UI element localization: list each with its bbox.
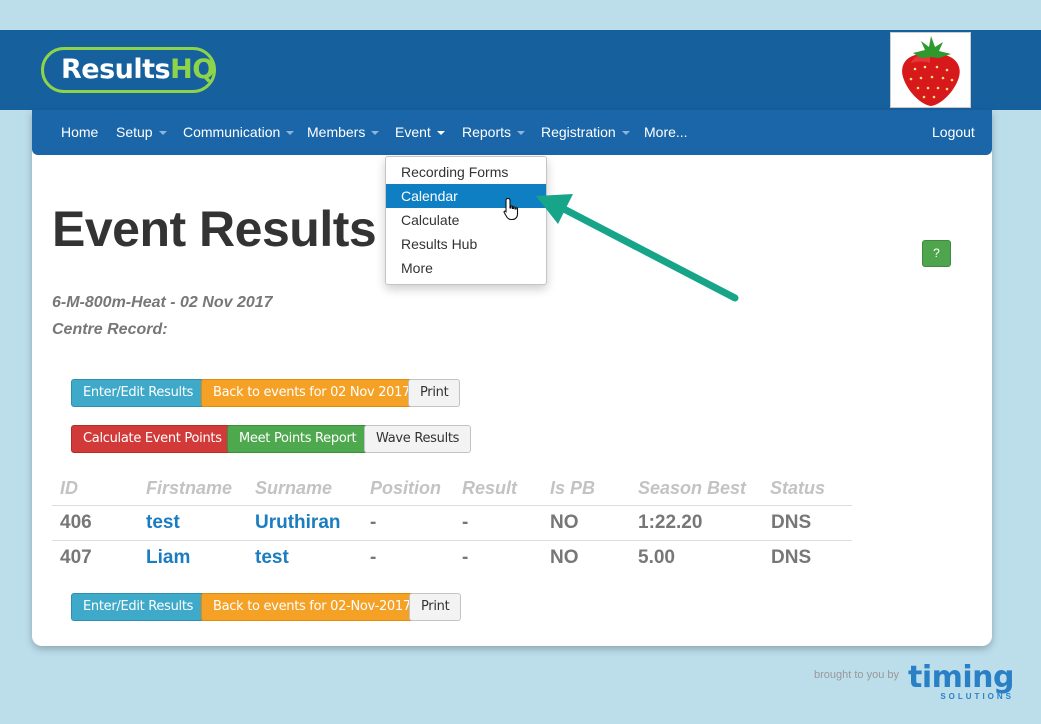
logout-link[interactable]: Logout	[932, 110, 975, 155]
logo-text-main: Results	[61, 54, 171, 85]
nav-home-label: Home	[61, 124, 99, 140]
nav-members[interactable]: Members	[307, 110, 380, 155]
help-button[interactable]: ?	[922, 240, 951, 267]
main-navbar: Home Setup Communication Members Event R…	[32, 110, 992, 155]
centre-record-label: Centre Record:	[52, 321, 168, 338]
menu-item-results-hub[interactable]: Results Hub	[386, 232, 546, 256]
cell-position: -	[370, 547, 377, 568]
timing-brand-text: timing	[908, 660, 1015, 695]
cell-id: 407	[60, 547, 92, 568]
strawberry-icon	[890, 32, 971, 108]
column-header-position: Position	[370, 478, 441, 498]
column-header-is-pb: Is PB	[550, 478, 596, 498]
annotation-arrow-icon	[536, 194, 739, 302]
cell-is-pb: NO	[550, 512, 579, 533]
chevron-down-icon	[158, 131, 167, 136]
nav-more[interactable]: More...	[644, 110, 688, 155]
hand-cursor-icon	[503, 197, 519, 221]
chevron-down-icon	[436, 131, 445, 136]
cell-season-best: 1:22.20	[638, 512, 703, 533]
resultshq-logo[interactable]: ResultsHQ	[41, 47, 216, 93]
print-button[interactable]: Print	[408, 379, 461, 407]
table-row: 407 Liam test - - NO 5.00 DNS	[52, 540, 852, 575]
column-header-status: Status	[770, 478, 826, 498]
cell-surname-link[interactable]: Uruthiran	[255, 512, 341, 534]
print-button-bottom[interactable]: Print	[409, 593, 462, 621]
chevron-down-icon	[371, 131, 380, 136]
nav-communication[interactable]: Communication	[183, 110, 295, 155]
enter-edit-results-button-bottom[interactable]: Enter/Edit Results	[71, 593, 206, 621]
footer-brought-by: brought to you by	[814, 669, 900, 681]
enter-edit-results-button[interactable]: Enter/Edit Results	[71, 379, 206, 407]
cell-position: -	[370, 512, 377, 533]
site-header: ResultsHQ	[0, 30, 1041, 110]
cell-firstname-link[interactable]: test	[146, 512, 180, 534]
cell-status: DNS	[771, 547, 812, 568]
cell-id: 406	[60, 512, 92, 533]
nav-communication-label: Communication	[183, 124, 281, 140]
logo-text-accent: HQ	[170, 54, 215, 85]
nav-event[interactable]: Event	[395, 110, 445, 155]
nav-reports[interactable]: Reports	[462, 110, 526, 155]
cell-is-pb: NO	[550, 547, 579, 568]
column-header-result: Result	[462, 478, 518, 498]
cell-firstname-link[interactable]: Liam	[146, 547, 190, 569]
nav-setup-label: Setup	[116, 124, 153, 140]
nav-registration[interactable]: Registration	[541, 110, 630, 155]
column-header-firstname: Firstname	[146, 478, 233, 498]
cell-result: -	[462, 547, 469, 568]
cell-season-best: 5.00	[638, 547, 675, 568]
nav-setup[interactable]: Setup	[116, 110, 167, 155]
logout-label: Logout	[932, 124, 975, 140]
cell-result: -	[462, 512, 469, 533]
chevron-down-icon	[621, 131, 630, 136]
back-to-events-button[interactable]: Back to events for 02 Nov 2017	[201, 379, 423, 407]
back-to-events-button-bottom[interactable]: Back to events for 02-Nov-2017	[201, 593, 423, 621]
chevron-down-icon	[517, 131, 526, 136]
meet-points-report-button[interactable]: Meet Points Report	[227, 425, 369, 453]
column-header-season-best: Season Best	[638, 478, 747, 498]
nav-event-label: Event	[395, 124, 431, 140]
chevron-down-icon	[286, 131, 295, 136]
nav-members-label: Members	[307, 124, 366, 140]
menu-item-recording-forms[interactable]: Recording Forms	[386, 160, 546, 184]
column-header-id: ID	[60, 478, 78, 498]
cell-status: DNS	[771, 512, 812, 533]
nav-more-label: More...	[644, 124, 688, 140]
menu-item-more[interactable]: More	[386, 256, 546, 280]
page-title: Event Results	[52, 201, 377, 257]
column-header-surname: Surname	[255, 478, 333, 498]
nav-home[interactable]: Home	[61, 110, 98, 155]
nav-registration-label: Registration	[541, 124, 616, 140]
cell-surname-link[interactable]: test	[255, 547, 289, 569]
calculate-event-points-button[interactable]: Calculate Event Points	[71, 425, 234, 453]
table-row: 406 test Uruthiran - - NO 1:22.20 DNS	[52, 505, 852, 540]
event-name: 6-M-800m-Heat - 02 Nov 2017	[52, 294, 273, 311]
timing-solutions-logo[interactable]: timing SOLUTIONS	[908, 660, 1015, 702]
nav-reports-label: Reports	[462, 124, 512, 140]
wave-results-button[interactable]: Wave Results	[364, 425, 472, 453]
